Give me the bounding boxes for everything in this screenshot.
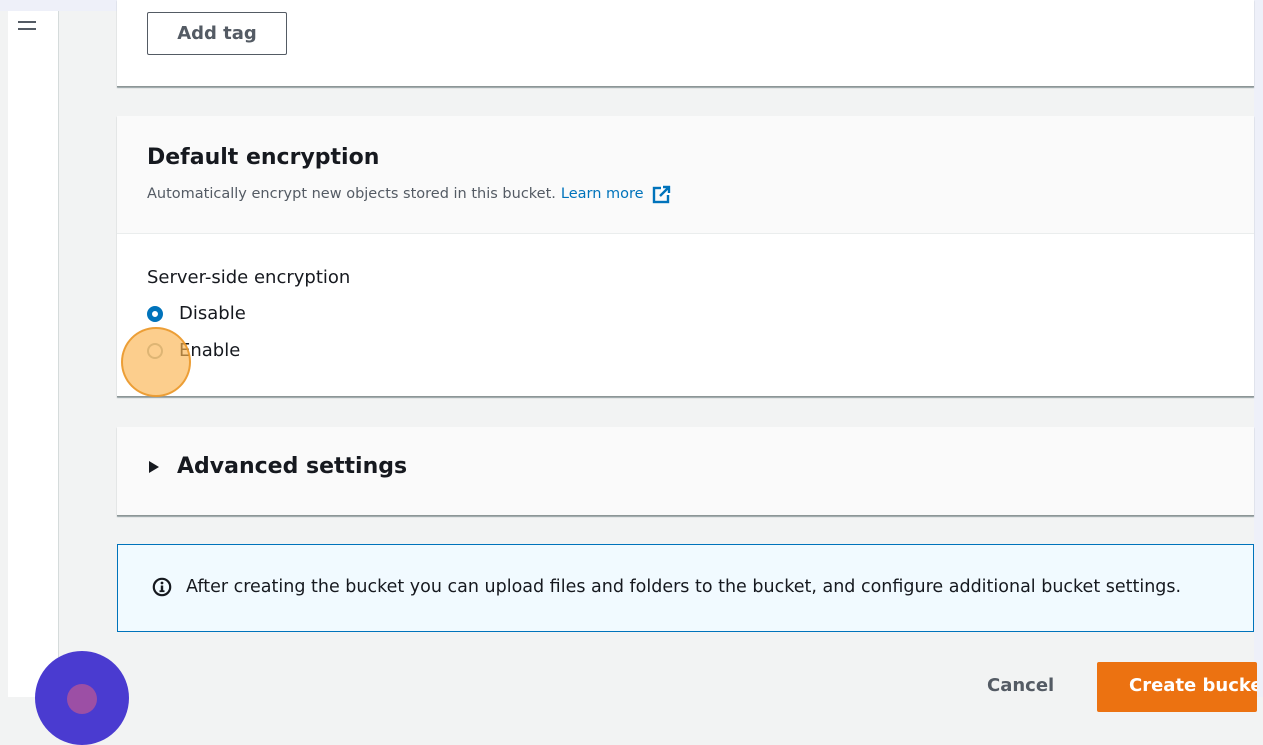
hamburger-icon[interactable] [18, 21, 36, 35]
external-link-icon[interactable] [652, 184, 672, 204]
advanced-settings-title: Advanced settings [177, 454, 408, 479]
caret-right-icon [149, 460, 159, 473]
add-tag-button[interactable]: Add tag [147, 12, 287, 55]
info-icon [152, 577, 172, 597]
encryption-description: Automatically encrypt new objects stored… [147, 184, 672, 204]
default-encryption-panel: Default encryption Automatically encrypt… [117, 116, 1254, 397]
server-side-encryption-label: Server-side encryption [147, 267, 351, 288]
click-highlight-marker [121, 327, 191, 397]
advanced-settings-toggle[interactable]: Advanced settings [149, 454, 407, 479]
create-bucket-button[interactable]: Create bucket [1097, 662, 1257, 712]
encryption-description-text: Automatically encrypt new objects stored… [147, 186, 556, 202]
screen-frame-right [1254, 0, 1263, 697]
encryption-title: Default encryption [147, 145, 380, 170]
avatar-inner [67, 684, 97, 714]
tags-panel: Add tag [117, 0, 1254, 87]
avatar [35, 651, 129, 745]
info-alert-content: After creating the bucket you can upload… [152, 577, 1181, 597]
left-navigation-rail [8, 11, 59, 697]
info-alert-text: After creating the bucket you can upload… [186, 577, 1182, 597]
advanced-settings-panel: Advanced settings [117, 427, 1254, 516]
encryption-header: Default encryption Automatically encrypt… [117, 116, 1254, 234]
info-alert: After creating the bucket you can upload… [117, 544, 1254, 632]
radio-label-disable: Disable [179, 303, 246, 324]
radio-option-disable[interactable]: Disable [147, 303, 246, 324]
cancel-button[interactable]: Cancel [987, 675, 1054, 696]
learn-more-link[interactable]: Learn more [561, 186, 644, 202]
radio-button-disable[interactable] [147, 305, 163, 322]
